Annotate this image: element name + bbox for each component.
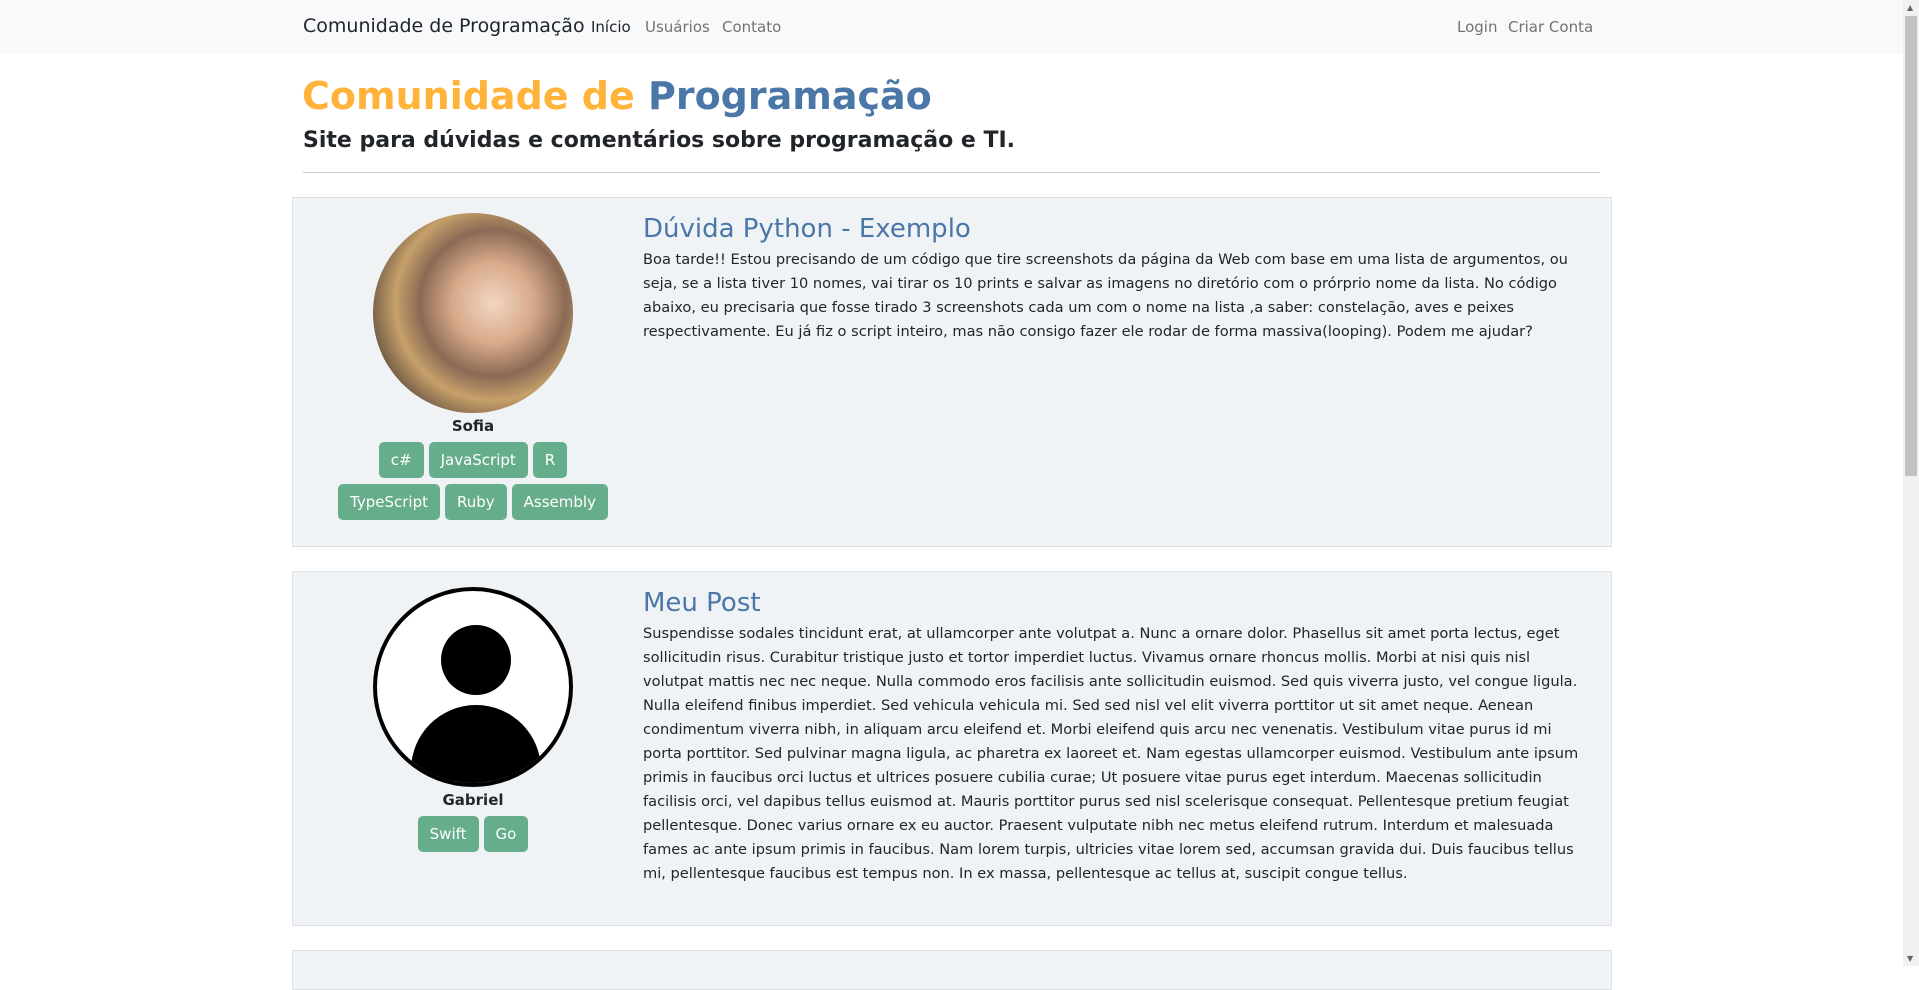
author-name: Sofia (451, 417, 495, 435)
tag[interactable]: R (532, 442, 568, 478)
nav-inicio[interactable]: Início (591, 18, 631, 36)
default-avatar-icon (373, 587, 573, 787)
post-content: Meu Post Suspendisse sodales tincidunt e… (643, 588, 1583, 886)
scrollbar-thumb[interactable] (1905, 16, 1917, 476)
title-part1: Comunidade de (302, 74, 635, 118)
nav-contato[interactable]: Contato (722, 18, 781, 36)
nav-login[interactable]: Login (1457, 18, 1497, 36)
page-title: Comunidade de Programação (302, 74, 932, 118)
post-card (292, 950, 1612, 990)
tag[interactable]: Ruby (445, 484, 507, 520)
author-name: Gabriel (442, 791, 504, 809)
tag[interactable]: Go (483, 816, 529, 852)
tag-list: Swift Go (293, 816, 653, 852)
divider (303, 172, 1600, 173)
post-card: Sofia c# JavaScript R TypeScript Ruby As… (292, 197, 1612, 547)
scroll-down-icon[interactable]: ▼ (1907, 954, 1913, 963)
page-subtitle: Site para dúvidas e comentários sobre pr… (303, 128, 1016, 153)
author-column: Sofia c# JavaScript R TypeScript Ruby As… (293, 198, 653, 520)
post-title[interactable]: Dúvida Python - Exemplo (643, 214, 1583, 244)
avatar (373, 213, 573, 413)
post-title[interactable]: Meu Post (643, 588, 1583, 618)
tag-list: c# JavaScript R TypeScript Ruby Assembly (293, 442, 653, 520)
scrollbar[interactable]: ▲ ▼ (1903, 0, 1919, 966)
author-column: Gabriel Swift Go (293, 572, 653, 852)
post-body: Boa tarde!! Estou precisando de um códig… (643, 251, 1568, 340)
title-part2: Programação (647, 74, 932, 118)
tag[interactable]: Assembly (511, 484, 608, 520)
tag[interactable]: c# (378, 442, 424, 478)
nav-usuarios[interactable]: Usuários (645, 18, 710, 36)
post-body: Suspendisse sodales tincidunt erat, at u… (643, 625, 1579, 882)
post-card: Gabriel Swift Go Meu Post Suspendisse so… (292, 571, 1612, 926)
post-content: Dúvida Python - Exemplo Boa tarde!! Esto… (643, 214, 1583, 344)
tag[interactable]: TypeScript (338, 484, 440, 520)
nav-criar-conta[interactable]: Criar Conta (1508, 18, 1593, 36)
brand-link[interactable]: Comunidade de Programação (303, 15, 585, 37)
scroll-up-icon[interactable]: ▲ (1907, 3, 1913, 12)
navbar: Comunidade de Programação Início Usuário… (0, 0, 1903, 54)
tag[interactable]: JavaScript (428, 442, 528, 478)
tag[interactable]: Swift (417, 816, 479, 852)
